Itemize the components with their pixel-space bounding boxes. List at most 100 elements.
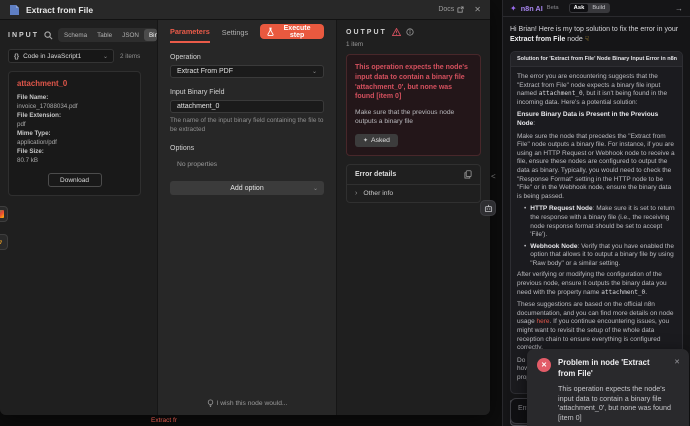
input-items-count: 2 items [120, 53, 140, 60]
chevron-down-icon: ⌄ [103, 53, 108, 60]
output-panel: OUTPUT 1 item This operation expects the… [337, 20, 490, 415]
toast-close-icon[interactable]: ✕ [674, 358, 680, 366]
add-option-button[interactable]: Add option ⌄ [170, 181, 324, 195]
error-message-box: This operation expects the node's input … [346, 54, 481, 156]
binary-field-label: File Extension: [17, 112, 132, 121]
collapse-panel-icon[interactable]: → [675, 4, 683, 13]
input-tab-json[interactable]: JSON [117, 29, 144, 41]
code-node-icon: {} [14, 53, 19, 60]
docs-link[interactable]: Docs [438, 6, 464, 13]
input-display-mode-tabs: SchemaTableJSONBinary [58, 28, 157, 42]
search-icon[interactable] [44, 31, 53, 40]
input-source-select[interactable]: {} Code in JavaScript1 ⌄ [8, 49, 114, 63]
input-tab-schema[interactable]: Schema [59, 29, 92, 41]
solution-paragraph: Ensure Binary Data is Present in the Pre… [517, 111, 676, 128]
canvas-chevron-icon: < [491, 172, 496, 181]
canvas-node-label: Extract fr [151, 417, 177, 424]
asked-button[interactable]: ✦ Asked [355, 134, 398, 147]
flask-icon [267, 27, 274, 36]
trigger-node-icon: ϟ [0, 238, 2, 246]
binary-field-value: pdf [17, 121, 132, 130]
assistant-button[interactable] [480, 200, 496, 216]
binary-field-label: File Name: [17, 94, 132, 103]
ai-mode-build[interactable]: Build [588, 4, 609, 12]
error-message: This operation expects the node's input … [355, 63, 472, 102]
download-button[interactable]: Download [48, 173, 102, 187]
bullet-icon: • [524, 205, 526, 239]
tab-parameters[interactable]: Parameters [170, 20, 210, 43]
ai-mode-toggle: Ask Build [569, 3, 611, 13]
binary-field-label: File Size: [17, 148, 132, 157]
extract-from-file-node-icon [9, 4, 20, 16]
input-tab-binary[interactable]: Binary [144, 29, 157, 41]
chevron-down-icon: ⌄ [312, 68, 317, 75]
binary-field-value: application/pdf [17, 139, 132, 148]
parameters-panel: Parameters Settings Execute step Operati… [157, 20, 337, 415]
output-panel-label: OUTPUT [346, 29, 387, 36]
info-icon[interactable] [406, 28, 414, 36]
operation-select[interactable]: Extract From PDF ⌄ [170, 65, 324, 78]
binary-key: attachment_0 [17, 79, 132, 88]
close-icon[interactable]: ✕ [474, 5, 481, 14]
input-node-selector: ϟ [0, 206, 8, 250]
ai-greeting: Hi Brian! Here is my top solution to fix… [510, 25, 683, 45]
solution-paragraph: The error you are encountering suggests … [517, 73, 676, 107]
other-info-toggle[interactable]: › Other info [347, 184, 480, 202]
ai-sparkle-icon: ✦ [510, 4, 517, 13]
external-link-icon [457, 6, 464, 13]
docs-here-link[interactable]: here [537, 318, 550, 325]
ai-panel-header: ✦ n8n AI Beta Ask Build → [503, 0, 690, 17]
mini-node-button[interactable] [0, 206, 8, 222]
ndv-header: Extract from File Docs ✕ [0, 0, 490, 20]
n8n-app: { "colors": { "accent": "#ea5b49", "erro… [0, 0, 690, 426]
binary-field-hint: The name of the input binary field conta… [170, 117, 324, 134]
solution-bullet: •Webhook Node: Verify that you have enab… [524, 243, 676, 269]
node-wish-link[interactable]: I wish this node would... [158, 399, 336, 408]
robot-icon [484, 204, 493, 213]
error-details-box: Error details › Other info [346, 164, 481, 203]
error-toast: ✕ Problem in node 'Extract from File' ✕ … [527, 349, 689, 426]
binary-field-input[interactable]: attachment_0 [170, 100, 324, 113]
lightbulb-icon [207, 399, 214, 408]
options-label: Options [170, 145, 324, 152]
copy-icon[interactable] [464, 170, 472, 179]
ai-beta-badge: Beta [547, 5, 559, 11]
input-panel-label: INPUT [8, 32, 39, 39]
point-down-icon: ☟ [585, 36, 589, 43]
ai-brand: n8n AI [521, 4, 543, 13]
tab-settings[interactable]: Settings [222, 21, 248, 42]
options-empty-text: No properties [177, 161, 324, 168]
solution-card: Solution for 'Extract from File' Node Bi… [510, 51, 683, 394]
solution-paragraph: Make sure the node that precedes the "Ex… [517, 133, 676, 202]
error-hint: Make sure that the previous node outputs… [355, 108, 472, 126]
ai-mode-ask[interactable]: Ask [570, 4, 589, 12]
solution-bullet: •HTTP Request Node: Make sure it is set … [524, 205, 676, 239]
chevron-down-icon: ⌄ [313, 185, 318, 192]
binary-field-value: invoice_17088034.pdf [17, 103, 132, 112]
error-details-title: Error details [355, 171, 396, 178]
output-items-count: 1 item [346, 41, 481, 48]
toast-body: This operation expects the node's input … [558, 384, 679, 422]
bullet-icon: • [524, 243, 526, 269]
binary-field-value: 80.7 kB [17, 157, 132, 166]
toast-title: Problem in node 'Extract from File' [558, 358, 679, 379]
solution-paragraph: After verifying or modifying the configu… [517, 271, 676, 297]
node-detail-view: Extract from File Docs ✕ INPUT SchemaTab… [0, 0, 490, 415]
solution-title: Solution for 'Extract from File' Node Bi… [511, 52, 682, 67]
binary-fields: File Name:invoice_17088034.pdfFile Exten… [17, 94, 132, 165]
binary-data-card: attachment_0 File Name:invoice_17088034.… [8, 71, 141, 196]
gmail-node-icon [0, 210, 4, 218]
binary-field-label: Input Binary Field [170, 89, 324, 96]
input-panel: INPUT SchemaTableJSONBinary {} Code in J… [0, 20, 157, 415]
operation-label: Operation [170, 54, 324, 61]
binary-field-label: Mime Type: [17, 130, 132, 139]
chevron-right-icon: › [355, 190, 357, 197]
execute-step-button[interactable]: Execute step [260, 24, 324, 39]
warning-triangle-icon [392, 28, 401, 36]
node-title: Extract from File [26, 5, 93, 15]
solution-paragraph: These suggestions are based on the offic… [517, 301, 676, 353]
mini-node-button[interactable]: ϟ [0, 234, 8, 250]
error-circle-icon: ✕ [537, 358, 551, 372]
input-tab-table[interactable]: Table [92, 29, 117, 41]
sparkle-icon: ✦ [363, 137, 368, 144]
